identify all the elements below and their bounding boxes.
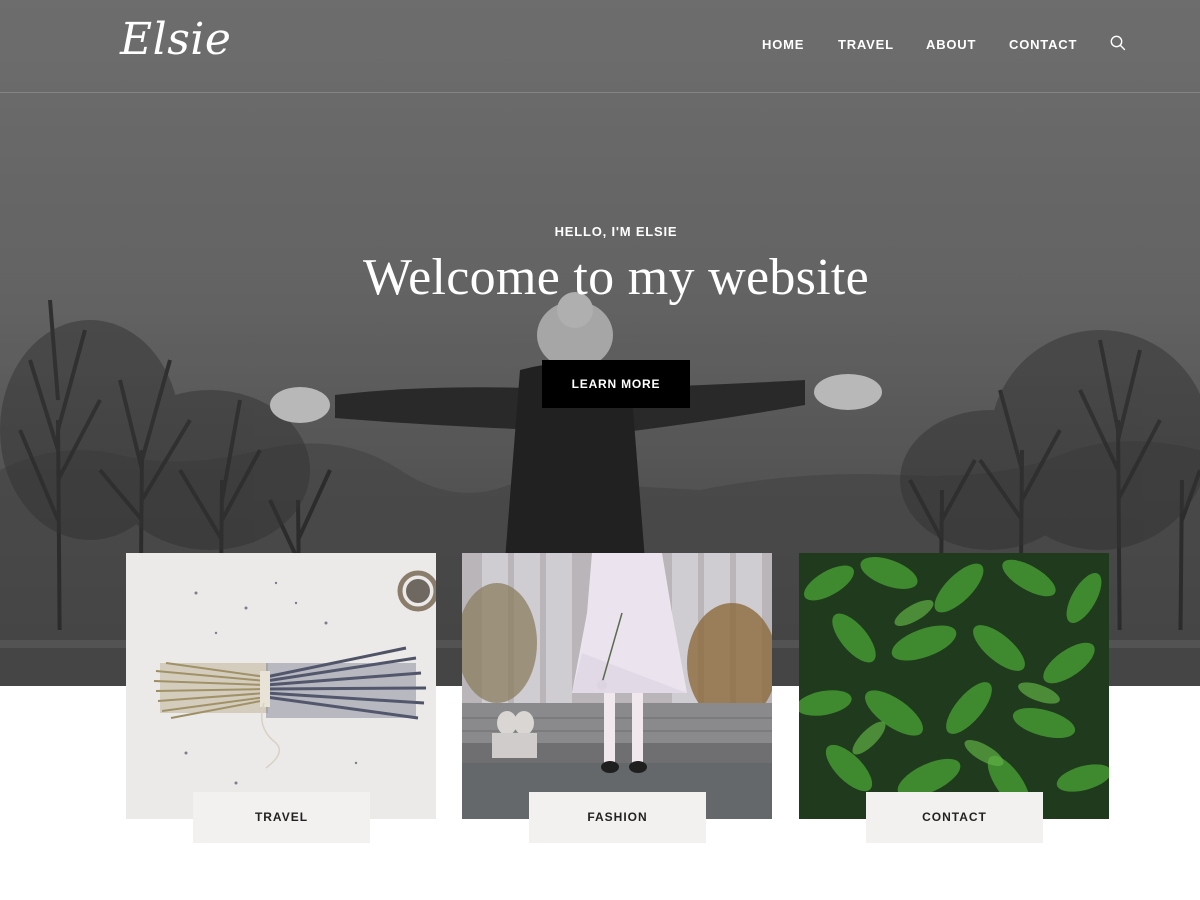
nav-item-travel[interactable]: TRAVEL	[838, 36, 894, 54]
card-image-contact[interactable]	[799, 553, 1109, 819]
card-image-fashion[interactable]	[462, 553, 772, 819]
nav-item-about[interactable]: ABOUT	[926, 36, 976, 54]
learn-more-button[interactable]: LEARN MORE	[542, 360, 690, 408]
hero-title: Welcome to my website	[362, 249, 870, 306]
card-contact[interactable]: CONTACT	[799, 553, 1109, 843]
card-travel[interactable]: TRAVEL	[126, 553, 436, 843]
card-label-contact[interactable]: CONTACT	[866, 792, 1043, 843]
card-fashion[interactable]: FASHION	[462, 553, 772, 843]
site-header: Elsie HOME TRAVEL ABOUT CONTACT	[0, 0, 1200, 93]
card-label-fashion[interactable]: FASHION	[529, 792, 706, 843]
main-nav: HOME TRAVEL ABOUT CONTACT	[0, 36, 1200, 56]
nav-item-home[interactable]: HOME	[762, 36, 804, 54]
hero-eyebrow: HELLO, I'M ELSIE	[554, 224, 678, 239]
nav-item-contact[interactable]: CONTACT	[1009, 36, 1077, 54]
search-icon[interactable]	[1109, 34, 1127, 52]
card-image-travel[interactable]	[126, 553, 436, 819]
card-label-travel[interactable]: TRAVEL	[193, 792, 370, 843]
